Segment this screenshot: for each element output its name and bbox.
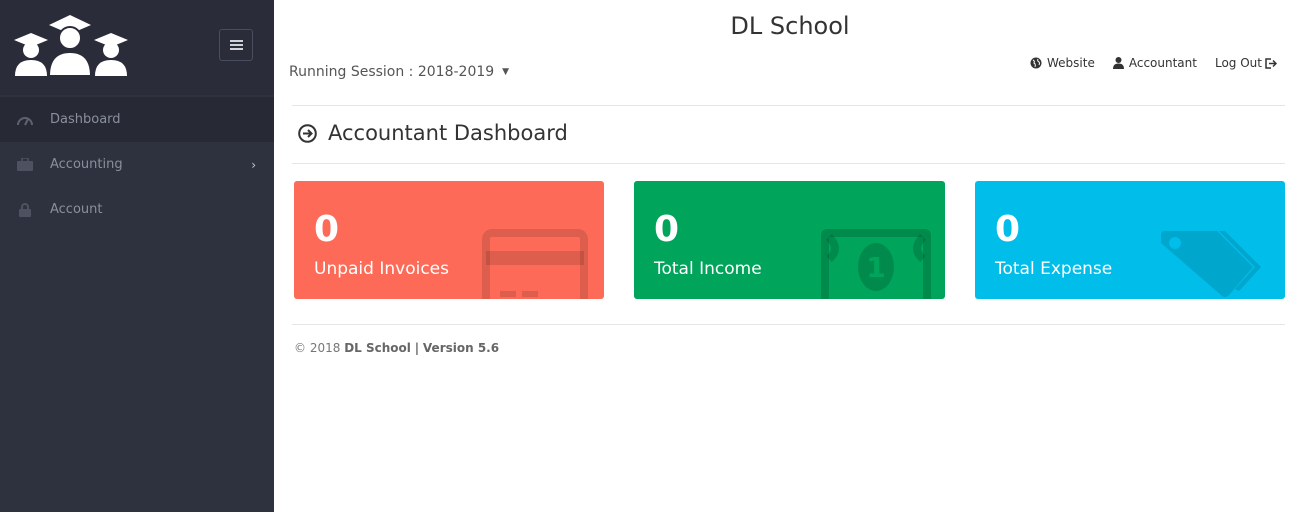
school-logo-icon [14,15,128,76]
card-label: Total Income [654,259,762,279]
sidebar-item-dashboard[interactable]: Dashboard [0,97,274,142]
total-income-card[interactable]: 0 Total Income 1 [634,181,945,299]
menu-toggle-button[interactable] [219,29,253,61]
caret-down-icon: ▼ [502,67,510,77]
user-link-label: Accountant [1128,56,1197,70]
sidebar-nav: Dashboard Accounting › Account [0,97,274,232]
logout-link-label: Log Out [1214,56,1262,70]
divider [292,324,1285,325]
footer-version: Version 5.6 [422,341,500,355]
sidebar-item-label: Dashboard [50,112,121,127]
sidebar-item-accounting[interactable]: Accounting › [0,142,274,187]
chevron-right-icon: › [251,157,256,172]
card-label: Total Expense [995,259,1113,279]
tags-icon [1161,231,1261,297]
hamburger-icon [229,40,243,50]
svg-text:1: 1 [866,251,885,284]
main-content: DL School Running Session : 2018-2019 ▼ W… [274,0,1293,512]
user-link[interactable]: Accountant [1112,56,1197,70]
dashboard-icon [17,113,33,127]
card-value: 0 [654,209,680,250]
user-icon [1112,57,1124,69]
footer-separator: | [414,341,420,355]
total-expense-card[interactable]: 0 Total Expense [975,181,1285,299]
globe-icon [1030,57,1042,69]
session-selector[interactable]: Running Session : 2018-2019 ▼ [289,64,509,80]
unpaid-invoices-card[interactable]: 0 Unpaid Invoices [294,181,604,299]
sidebar-item-label: Accounting [50,157,123,172]
card-label: Unpaid Invoices [314,259,449,279]
top-links: Website Accountant Log Out [1012,56,1277,70]
site-title: DL School [730,12,850,40]
website-link-label: Website [1047,56,1095,70]
sidebar: Dashboard Accounting › Account [0,0,274,512]
money-icon: 1 [821,229,931,299]
logout-icon [1265,57,1277,69]
divider [292,105,1285,106]
card-value: 0 [995,209,1021,250]
footer: © 2018 DL School | Version 5.6 [294,341,499,355]
footer-app-name: DL School [344,341,411,355]
session-label: Running Session : 2018-2019 [289,64,495,80]
website-link[interactable]: Website [1030,56,1095,70]
footer-copyright: © 2018 [294,341,341,355]
briefcase-icon [17,158,33,172]
page-title: Accountant Dashboard [328,121,568,145]
sidebar-item-label: Account [50,202,103,217]
divider [292,163,1285,164]
invoice-icon [482,229,588,299]
logout-link[interactable]: Log Out [1215,56,1277,70]
lock-icon [17,202,33,217]
sidebar-item-account[interactable]: Account [0,187,274,232]
card-value: 0 [314,209,340,250]
page-heading: Accountant Dashboard [298,121,568,145]
arrow-circle-right-icon [298,123,317,143]
